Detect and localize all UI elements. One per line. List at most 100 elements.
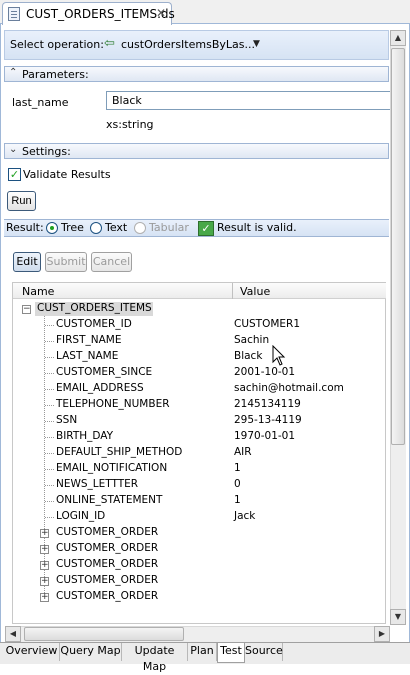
tree-row-name[interactable]: LAST_NAME: [56, 350, 118, 362]
tree-branch-line: [45, 485, 54, 486]
mouse-cursor-icon: [272, 345, 286, 366]
tree-row-name[interactable]: EMAIL_NOTIFICATION: [56, 462, 167, 474]
settings-section-header[interactable]: ⌄ Settings:: [4, 143, 389, 159]
tree-row-value[interactable]: 295-13-4119: [234, 414, 302, 426]
tree-branch-line: [45, 341, 54, 342]
expand-icon[interactable]: +: [40, 561, 49, 570]
settings-title: Settings:: [22, 145, 71, 158]
scroll-left-icon[interactable]: ◀: [5, 626, 21, 642]
tree-row-name[interactable]: CUSTOMER_ID: [56, 318, 132, 330]
expand-icon[interactable]: +: [40, 529, 49, 538]
last-name-input[interactable]: Black: [106, 91, 391, 110]
tree-header: [13, 283, 386, 299]
tree-radio-label: Tree: [61, 221, 84, 234]
operation-icon: ⇦: [104, 36, 115, 51]
datasource-file-icon: [8, 7, 20, 21]
tree-row-value[interactable]: 2001-10-01: [234, 366, 295, 378]
tree-branch-line: [45, 437, 54, 438]
tree-branch-line: [45, 325, 54, 326]
tree-row-name[interactable]: DEFAULT_SHIP_METHOD: [56, 446, 182, 458]
tree-row-value[interactable]: Black: [234, 350, 262, 362]
parameters-section-header[interactable]: ⌃ Parameters:: [4, 66, 389, 82]
tree-row-value[interactable]: 2145134119: [234, 398, 301, 410]
tree-branch-line: [45, 389, 54, 390]
tree-row-value[interactable]: Sachin: [234, 334, 269, 346]
tree-row-value[interactable]: 1: [234, 494, 241, 506]
result-status: Result is valid.: [217, 221, 297, 234]
tree-branch-line: [45, 501, 54, 502]
tree-row-name[interactable]: BIRTH_DAY: [56, 430, 113, 442]
expand-icon[interactable]: +: [40, 577, 49, 586]
tree-row-name[interactable]: CUSTOMER_SINCE: [56, 366, 152, 378]
scroll-right-icon[interactable]: ▶: [374, 626, 390, 642]
tree-row-value[interactable]: 1: [234, 462, 241, 474]
tree-child-node[interactable]: CUSTOMER_ORDER: [56, 542, 158, 554]
column-value-header[interactable]: Value: [240, 285, 270, 298]
horizontal-scroll-thumb[interactable]: [24, 627, 184, 641]
parameters-title: Parameters:: [22, 68, 89, 81]
tree-row-name[interactable]: NEWS_LETTTER: [56, 478, 138, 490]
validate-results-checkbox[interactable]: ✓: [8, 168, 21, 181]
tree-child-node[interactable]: CUSTOMER_ORDER: [56, 590, 158, 602]
close-icon[interactable]: ✕: [156, 6, 166, 20]
column-name-header[interactable]: Name: [22, 285, 54, 298]
tree-row-value[interactable]: 0: [234, 478, 241, 490]
editor-tab[interactable]: CUST_ORDERS_ITEMS.ds ✕: [2, 2, 175, 25]
cancel-button: Cancel: [91, 252, 132, 272]
editor-tab-title: CUST_ORDERS_ITEMS.ds: [26, 7, 175, 21]
tree-branch-line: [45, 357, 54, 358]
tree-branch-line: [45, 405, 54, 406]
submit-button: Submit: [45, 252, 87, 272]
expand-icon[interactable]: +: [40, 545, 49, 554]
tree-row-name[interactable]: LOGIN_ID: [56, 510, 105, 522]
tree-branch-line: [45, 453, 54, 454]
tree-row-value[interactable]: 1970-01-01: [234, 430, 295, 442]
tabular-radio: [134, 222, 146, 234]
tab-test[interactable]: Test: [217, 643, 245, 663]
collapse-icon[interactable]: ⌃: [9, 67, 17, 78]
tab-plan[interactable]: Plan: [188, 643, 217, 661]
tree-row-name[interactable]: TELEPHONE_NUMBER: [56, 398, 170, 410]
scroll-down-icon[interactable]: ▼: [390, 609, 406, 625]
text-radio[interactable]: [90, 222, 102, 234]
expand-icon[interactable]: +: [40, 593, 49, 602]
tree-row-name[interactable]: ONLINE_STATEMENT: [56, 494, 162, 506]
result-label: Result:: [6, 221, 44, 234]
tree-row-value[interactable]: AIR: [234, 446, 252, 458]
chevron-down-icon[interactable]: ▼: [253, 39, 260, 49]
operation-label: Select operation:: [10, 38, 104, 51]
tree-child-node[interactable]: CUSTOMER_ORDER: [56, 526, 158, 538]
tree-root-label[interactable]: CUST_ORDERS_ITEMS: [37, 302, 152, 314]
operation-select[interactable]: custOrdersItemsByLas...: [121, 38, 255, 51]
param-type-label: xs:string: [106, 118, 154, 131]
tree-row-name[interactable]: SSN: [56, 414, 77, 426]
tree-row-value[interactable]: sachin@hotmail.com: [234, 382, 344, 394]
vertical-scroll-thumb[interactable]: [391, 48, 405, 445]
scroll-up-icon[interactable]: ▲: [390, 30, 406, 46]
tree-row-name[interactable]: FIRST_NAME: [56, 334, 122, 346]
param-name-label: last_name: [12, 96, 69, 109]
tree-child-node[interactable]: CUSTOMER_ORDER: [56, 574, 158, 586]
tab-update-map[interactable]: Update Map: [122, 643, 188, 673]
valid-check-icon: ✓: [198, 221, 214, 236]
tree-child-node[interactable]: CUSTOMER_ORDER: [56, 558, 158, 570]
tree-branch-line: [45, 421, 54, 422]
tree-branch-line: [45, 469, 54, 470]
tree-branch-line: [45, 517, 54, 518]
tree-row-value[interactable]: Jack: [234, 510, 255, 522]
tab-overview[interactable]: Overview: [4, 643, 60, 661]
run-button[interactable]: Run: [7, 191, 36, 211]
tab-query-map[interactable]: Query Map: [60, 643, 122, 661]
tree-radio[interactable]: [46, 222, 58, 234]
edit-button[interactable]: Edit: [13, 252, 41, 272]
text-radio-label: Text: [105, 221, 128, 234]
tree-row-name[interactable]: EMAIL_ADDRESS: [56, 382, 144, 394]
collapse-icon[interactable]: −: [22, 305, 31, 314]
tabular-radio-label: Tabular: [149, 221, 189, 234]
tree-branch-line: [45, 373, 54, 374]
tree-row-value[interactable]: CUSTOMER1: [234, 318, 300, 330]
tab-source[interactable]: Source: [245, 643, 283, 661]
validate-results-label: Validate Results: [23, 168, 111, 181]
column-divider[interactable]: [232, 283, 233, 299]
expand-icon[interactable]: ⌄: [9, 144, 17, 155]
